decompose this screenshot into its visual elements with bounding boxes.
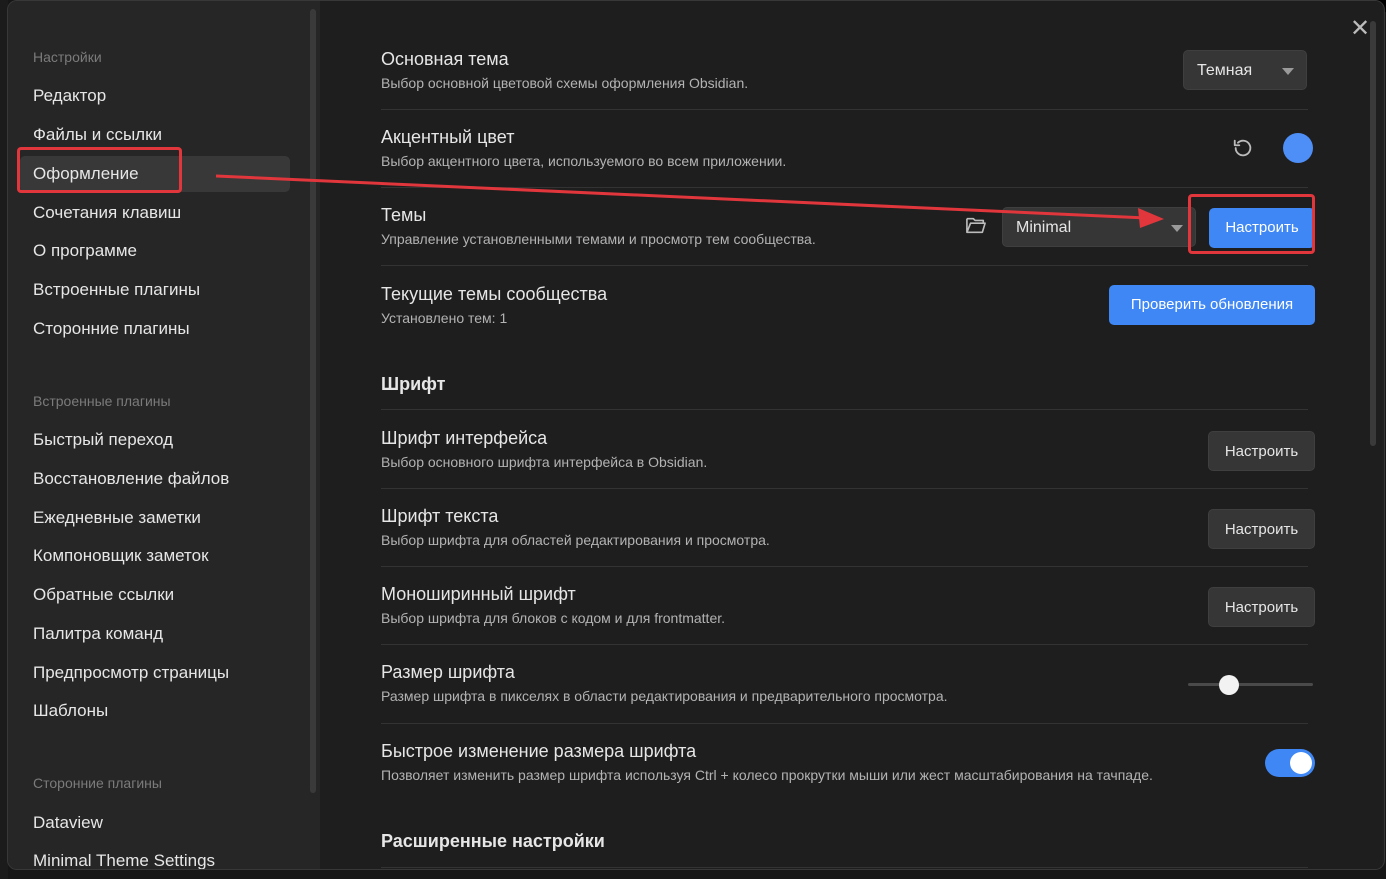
base-theme-value: Темная bbox=[1197, 62, 1253, 79]
sidebar-item-command-palette[interactable]: Палитра команд bbox=[20, 616, 290, 652]
section-heading-advanced: Расширенные настройки bbox=[381, 831, 605, 851]
sidebar-item-templates[interactable]: Шаблоны bbox=[20, 693, 290, 729]
setting-description: Размер шрифта в пикселях в области редак… bbox=[381, 688, 948, 704]
setting-name: Размер шрифта bbox=[381, 662, 515, 682]
divider bbox=[381, 488, 1308, 489]
sidebar-item-editor[interactable]: Редактор bbox=[20, 78, 290, 114]
setting-description: Выбор акцентного цвета, используемого во… bbox=[381, 153, 787, 169]
divider bbox=[381, 867, 1308, 868]
setting-name: Акцентный цвет bbox=[381, 127, 515, 147]
divider bbox=[381, 566, 1308, 567]
setting-name: Шрифт интерфейса bbox=[381, 428, 548, 448]
setting-name: Быстрое изменение размера шрифта bbox=[381, 741, 697, 761]
sidebar-group-title-settings: Настройки bbox=[33, 49, 102, 65]
sidebar-item-daily-notes[interactable]: Ежедневные заметки bbox=[20, 500, 290, 536]
setting-name: Моноширинный шрифт bbox=[381, 584, 576, 604]
sidebar-item-files-links[interactable]: Файлы и ссылки bbox=[20, 117, 290, 153]
sidebar-item-backlinks[interactable]: Обратные ссылки bbox=[20, 577, 290, 613]
divider bbox=[381, 187, 1308, 188]
sidebar-item-file-recovery[interactable]: Восстановление файлов bbox=[20, 461, 290, 497]
setting-base-theme: Основная тема Выбор основной цветовой сх… bbox=[381, 49, 1308, 99]
setting-description: Выбор основного шрифта интерфейса в Obsi… bbox=[381, 454, 708, 470]
setting-description: Позволяет изменить размер шрифта использ… bbox=[381, 767, 1153, 783]
setting-font-size: Размер шрифта Размер шрифта в пикселях в… bbox=[381, 662, 1308, 712]
sidebar-group-title-core-plugins: Встроенные плагины bbox=[33, 393, 171, 409]
setting-accent-color: Акцентный цвет Выбор акцентного цвета, и… bbox=[381, 127, 1308, 177]
divider bbox=[381, 644, 1308, 645]
setting-description: Выбор основной цветовой схемы оформления… bbox=[381, 75, 749, 91]
setting-name: Основная тема bbox=[381, 49, 509, 69]
section-heading-font: Шрифт bbox=[381, 374, 446, 394]
close-icon: ✕ bbox=[1349, 15, 1371, 42]
mono-font-manage-button[interactable]: Настроить bbox=[1208, 587, 1315, 627]
theme-select-value: Minimal bbox=[1016, 219, 1072, 236]
settings-modal: Настройки Редактор Файлы и ссылки Оформл… bbox=[7, 0, 1385, 870]
font-size-slider-track[interactable] bbox=[1188, 683, 1313, 686]
theme-select[interactable]: Minimal bbox=[1002, 207, 1196, 247]
quick-font-size-toggle[interactable] bbox=[1265, 749, 1315, 777]
sidebar-group-title-community-plugins: Сторонние плагины bbox=[33, 775, 162, 791]
divider bbox=[381, 723, 1308, 724]
folder-open-icon[interactable] bbox=[965, 215, 987, 235]
setting-monospace-font: Моноширинный шрифт Выбор шрифта для блок… bbox=[381, 584, 1308, 634]
base-theme-select[interactable]: Темная bbox=[1183, 50, 1307, 90]
setting-description: Выбор шрифта для областей редактирования… bbox=[381, 532, 770, 548]
themes-manage-button[interactable]: Настроить bbox=[1209, 208, 1315, 248]
sidebar-item-page-preview[interactable]: Предпросмотр страницы bbox=[20, 655, 290, 691]
sidebar-item-minimal-theme-settings[interactable]: Minimal Theme Settings bbox=[20, 843, 290, 869]
setting-name: Текущие темы сообщества bbox=[381, 284, 608, 304]
interface-font-manage-button[interactable]: Настроить bbox=[1208, 431, 1315, 471]
setting-name: Шрифт текста bbox=[381, 506, 499, 526]
setting-name: Темы bbox=[381, 205, 427, 225]
sidebar-item-quick-switcher[interactable]: Быстрый переход bbox=[20, 422, 290, 458]
divider bbox=[381, 265, 1308, 266]
chevron-down-icon bbox=[1282, 68, 1294, 75]
chevron-down-icon bbox=[1171, 225, 1183, 232]
divider bbox=[381, 109, 1308, 110]
text-font-manage-button[interactable]: Настроить bbox=[1208, 509, 1315, 549]
sidebar-item-hotkeys[interactable]: Сочетания клавиш bbox=[20, 195, 290, 231]
sidebar-item-about[interactable]: О программе bbox=[20, 233, 290, 269]
content-scrollbar[interactable] bbox=[1370, 21, 1376, 446]
sidebar-item-appearance[interactable]: Оформление bbox=[20, 156, 290, 192]
divider bbox=[381, 409, 1308, 410]
setting-description: Установлено тем: 1 bbox=[381, 310, 508, 326]
sidebar-item-note-composer[interactable]: Компоновщик заметок bbox=[20, 538, 290, 574]
sidebar-item-community-plugins[interactable]: Сторонние плагины bbox=[20, 311, 290, 347]
toggle-knob bbox=[1290, 752, 1312, 774]
sidebar-item-core-plugins[interactable]: Встроенные плагины bbox=[20, 272, 290, 308]
settings-content: ✕ Основная тема Выбор основной цветовой … bbox=[320, 1, 1382, 869]
reset-icon[interactable] bbox=[1232, 137, 1254, 159]
setting-quick-font-size: Быстрое изменение размера шрифта Позволя… bbox=[381, 741, 1308, 791]
setting-description: Выбор шрифта для блоков с кодом и для fr… bbox=[381, 610, 726, 626]
setting-text-font: Шрифт текста Выбор шрифта для областей р… bbox=[381, 506, 1308, 556]
setting-interface-font: Шрифт интерфейса Выбор основного шрифта … bbox=[381, 428, 1308, 478]
check-updates-button[interactable]: Проверить обновления bbox=[1109, 285, 1315, 325]
settings-sidebar: Настройки Редактор Файлы и ссылки Оформл… bbox=[8, 1, 320, 869]
accent-color-picker[interactable] bbox=[1283, 133, 1313, 163]
setting-description: Управление установленными темами и просм… bbox=[381, 231, 816, 247]
sidebar-scrollbar[interactable] bbox=[310, 9, 316, 793]
sidebar-item-dataview[interactable]: Dataview bbox=[20, 805, 290, 841]
